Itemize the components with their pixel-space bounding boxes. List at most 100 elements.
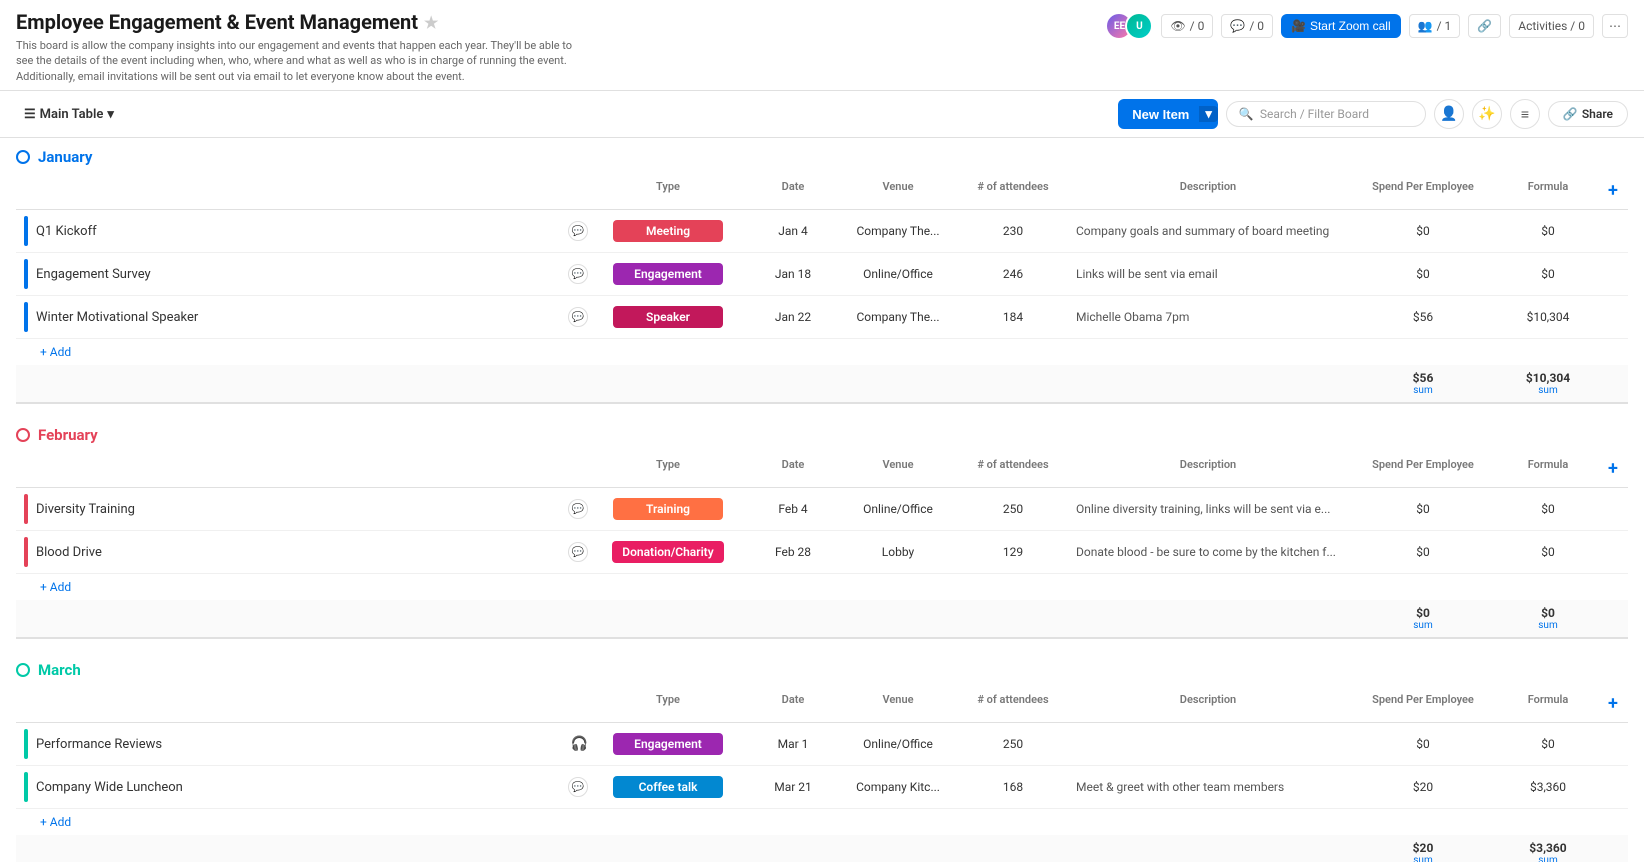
type-badge[interactable]: Engagement	[613, 263, 723, 285]
filter-button[interactable]: ≡	[1510, 99, 1540, 129]
venue-cell: Company The...	[838, 306, 958, 328]
spend-cell: $20	[1348, 776, 1498, 798]
activities-stat[interactable]: Activities / 0	[1509, 14, 1594, 38]
comment-button[interactable]: 💬	[568, 777, 588, 797]
venue-cell: Company The...	[838, 220, 958, 242]
type-badge[interactable]: Engagement	[613, 733, 723, 755]
attendees-cell: 250	[958, 733, 1068, 755]
group-title-january[interactable]: January	[38, 148, 92, 166]
guest-stat[interactable]: 🔗	[1468, 14, 1501, 38]
type-cell[interactable]: Meeting	[588, 220, 748, 242]
share-button[interactable]: 🔗 Share	[1548, 101, 1628, 127]
venue-cell: Company Kitc...	[838, 776, 958, 798]
avatar-2: U	[1125, 12, 1153, 40]
col-spend-march: Spend Per Employee	[1348, 689, 1498, 718]
comment-button[interactable]: 💬	[568, 307, 588, 327]
comment-icon: 💬	[1230, 19, 1245, 33]
comment-stat[interactable]: 💬 / 0	[1221, 14, 1273, 38]
new-item-dropdown-arrow[interactable]: ▾	[1199, 106, 1218, 122]
type-cell[interactable]: Engagement	[588, 733, 748, 755]
type-cell[interactable]: Coffee talk	[588, 776, 748, 798]
add-row-january[interactable]: + Add	[16, 339, 1628, 365]
zoom-call-button[interactable]: 🎥 Start Zoom call	[1281, 14, 1401, 38]
date-cell: Feb 28	[748, 541, 838, 563]
new-item-button[interactable]: New Item ▾	[1118, 99, 1218, 129]
type-badge[interactable]: Meeting	[613, 220, 723, 242]
row-title: Q1 Kickoff	[36, 224, 97, 239]
eye-count: / 0	[1190, 19, 1205, 33]
col-spend-february: Spend Per Employee	[1348, 454, 1498, 483]
group-title-february[interactable]: February	[38, 426, 98, 444]
comment-button[interactable]: 💬	[568, 499, 588, 519]
formula-cell: $0	[1498, 263, 1598, 285]
chevron-down-icon: ▾	[107, 107, 114, 122]
col-description-january: Description	[1068, 176, 1348, 205]
sum-spend-february: $0 sum	[1348, 604, 1498, 633]
table-row[interactable]: Company Wide Luncheon 💬 Coffee talk Mar …	[16, 766, 1628, 809]
date-cell: Jan 22	[748, 306, 838, 328]
type-badge[interactable]: Coffee talk	[613, 776, 723, 798]
col-formula-march: Formula	[1498, 689, 1598, 718]
type-badge[interactable]: Speaker	[613, 306, 723, 328]
col-type-february: Type	[588, 454, 748, 483]
spend-cell: $0	[1348, 220, 1498, 242]
col-attendees-january: # of attendees	[958, 176, 1068, 205]
row-color-bar	[24, 729, 28, 759]
col-date-january: Date	[748, 176, 838, 205]
header: Employee Engagement & Event Management ★…	[0, 0, 1644, 138]
users-stat[interactable]: 👥 / 1	[1409, 14, 1461, 38]
type-badge[interactable]: Donation/Charity	[612, 541, 723, 563]
spend-cell: $56	[1348, 306, 1498, 328]
table-row[interactable]: Q1 Kickoff 💬 Meeting Jan 4 Company The..…	[16, 210, 1628, 253]
type-cell[interactable]: Donation/Charity	[588, 541, 748, 563]
magic-button[interactable]: ✨	[1472, 99, 1502, 129]
table-row[interactable]: Diversity Training 💬 Training Feb 4 Onli…	[16, 488, 1628, 531]
spend-cell: $0	[1348, 263, 1498, 285]
col-attendees-february: # of attendees	[958, 454, 1068, 483]
col-formula-february: Formula	[1498, 454, 1598, 483]
row-title: Diversity Training	[36, 502, 135, 517]
search-filter-input[interactable]: 🔍 Search / Filter Board	[1226, 101, 1426, 127]
add-row-march[interactable]: + Add	[16, 809, 1628, 835]
add-column-button-march[interactable]: +	[1598, 689, 1628, 718]
person-filter-button[interactable]: 👤	[1434, 99, 1464, 129]
comment-button[interactable]: 💬	[568, 542, 588, 562]
table-row[interactable]: Winter Motivational Speaker 💬 Speaker Ja…	[16, 296, 1628, 339]
type-badge[interactable]: Training	[613, 498, 723, 520]
attendees-cell: 129	[958, 541, 1068, 563]
spend-cell: $0	[1348, 541, 1498, 563]
type-cell[interactable]: Engagement	[588, 263, 748, 285]
row-title: Winter Motivational Speaker	[36, 310, 198, 325]
venue-cell: Lobby	[838, 541, 958, 563]
page-subtitle: This board is allow the company insights…	[16, 38, 576, 84]
row-name-cell: Company Wide Luncheon 💬	[16, 766, 588, 808]
headphones-icon: 🎧	[571, 736, 588, 752]
guest-icon: 🔗	[1477, 19, 1492, 33]
row-title: Company Wide Luncheon	[36, 780, 183, 795]
page-title: Employee Engagement & Event Management	[16, 10, 418, 34]
star-icon[interactable]: ★	[424, 13, 438, 32]
attendees-cell: 168	[958, 776, 1068, 798]
add-column-button-february[interactable]: +	[1598, 454, 1628, 483]
col-venue-february: Venue	[838, 454, 958, 483]
type-cell[interactable]: Training	[588, 498, 748, 520]
comment-button[interactable]: 💬	[568, 264, 588, 284]
comment-button[interactable]: 💬	[568, 221, 588, 241]
sum-formula-january: $10,304 sum	[1498, 369, 1598, 398]
add-row-february[interactable]: + Add	[16, 574, 1628, 600]
table-row[interactable]: Performance Reviews 🎧 Engagement Mar 1 O…	[16, 723, 1628, 766]
description-cell: Company goals and summary of board meeti…	[1068, 220, 1348, 242]
type-cell[interactable]: Speaker	[588, 306, 748, 328]
eye-stat[interactable]: 👁 / 0	[1161, 14, 1213, 38]
formula-cell: $0	[1498, 498, 1598, 520]
table-row[interactable]: Blood Drive 💬 Donation/Charity Feb 28 Lo…	[16, 531, 1628, 574]
more-options-button[interactable]: ⋯	[1602, 14, 1628, 38]
table-row[interactable]: Engagement Survey 💬 Engagement Jan 18 On…	[16, 253, 1628, 296]
share-icon: 🔗	[1563, 107, 1578, 121]
add-column-button-january[interactable]: +	[1598, 176, 1628, 205]
group-title-march[interactable]: March	[38, 661, 81, 679]
date-cell: Jan 18	[748, 263, 838, 285]
main-table-button[interactable]: ☰ Main Table ▾	[16, 103, 122, 126]
sum-row-february: $0 sum $0 sum	[16, 600, 1628, 639]
zoom-icon: 🎥	[1291, 19, 1306, 33]
